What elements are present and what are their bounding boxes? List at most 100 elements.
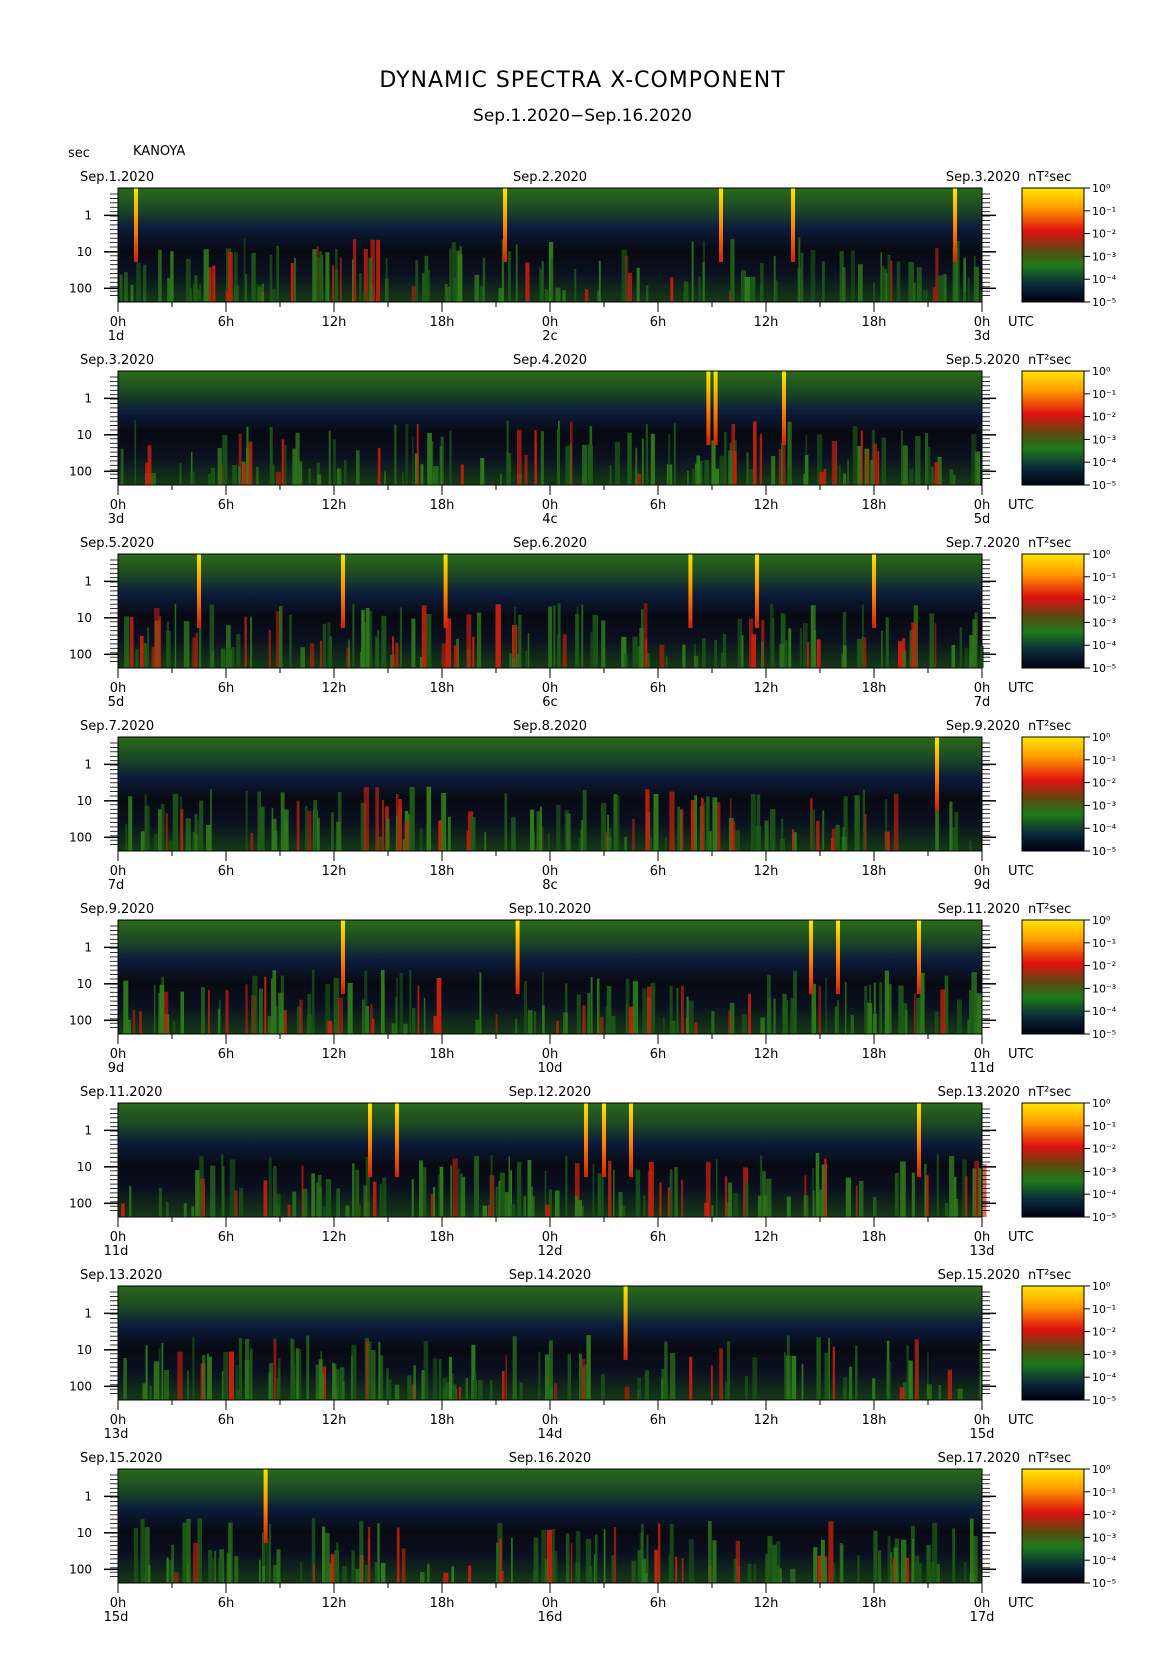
colorbar-tick-label: 10⁻⁴ bbox=[1092, 273, 1117, 286]
spectral-burst bbox=[305, 806, 308, 851]
spectral-burst bbox=[949, 469, 953, 485]
spectral-burst bbox=[438, 1359, 442, 1400]
x-tick-label: 6h bbox=[218, 864, 235, 879]
x-tick-label: 6h bbox=[650, 1047, 667, 1062]
spectral-burst bbox=[432, 1358, 438, 1400]
spectra-panels: Sep.1.2020 Sep.2.2020 Sep.3.2020 nT²sec 1 10 1… bbox=[69, 170, 1117, 1625]
spectral-burst bbox=[143, 264, 147, 302]
spectral-burst bbox=[810, 250, 816, 302]
spectral-burst bbox=[702, 262, 705, 302]
panel-end-date: Sep.17.2020 bbox=[938, 1451, 1020, 1466]
x-tick-label: 6h bbox=[650, 864, 667, 879]
spectral-burst bbox=[661, 1379, 664, 1400]
panel-mid-date: Sep.6.2020 bbox=[513, 536, 587, 551]
spectral-burst bbox=[506, 420, 509, 485]
spectral-burst bbox=[289, 615, 292, 668]
spectral-burst bbox=[180, 991, 184, 1034]
colorbar-tick-label: 10⁻³ bbox=[1092, 982, 1116, 995]
spectral-burst bbox=[356, 450, 360, 485]
spectral-burst bbox=[269, 1363, 274, 1400]
spectral-burst bbox=[810, 605, 816, 668]
pulsation-spike bbox=[341, 554, 345, 629]
spectral-burst bbox=[333, 439, 336, 485]
spectral-burst bbox=[444, 283, 448, 302]
spectral-burst bbox=[342, 1382, 345, 1400]
spectral-burst bbox=[581, 604, 584, 668]
spectral-burst bbox=[565, 1155, 568, 1217]
panel-start-date: Sep.5.2020 bbox=[80, 536, 154, 551]
colorbar-tick-label: 10⁻³ bbox=[1092, 616, 1116, 629]
spectral-burst bbox=[168, 840, 173, 851]
y-tick-label: 10 bbox=[77, 245, 92, 259]
spectral-burst bbox=[212, 1557, 215, 1583]
colorbar-tick-label: 10⁰ bbox=[1092, 731, 1111, 744]
spectral-burst bbox=[158, 992, 161, 1034]
x-tick-label: 0h bbox=[110, 498, 127, 513]
spectral-burst bbox=[842, 1377, 848, 1400]
spectral-burst bbox=[668, 434, 671, 485]
spectral-burst bbox=[592, 1163, 595, 1217]
spectral-burst bbox=[788, 466, 791, 485]
spectral-burst bbox=[628, 273, 632, 302]
spectral-burst bbox=[292, 448, 297, 485]
y-tick-label: 10 bbox=[77, 977, 92, 991]
x-tick-label: 0h bbox=[974, 1230, 991, 1245]
spectral-burst bbox=[881, 437, 886, 485]
spectral-burst bbox=[643, 1195, 646, 1217]
x-tick-label: 18h bbox=[430, 1230, 455, 1245]
spectral-burst bbox=[719, 1348, 723, 1400]
spectral-burst bbox=[234, 1190, 238, 1217]
spectral-burst bbox=[650, 433, 655, 485]
y-tick-label: 10 bbox=[77, 428, 92, 442]
spectral-burst bbox=[914, 1339, 919, 1400]
spectral-burst bbox=[624, 837, 627, 851]
spectral-burst bbox=[864, 986, 868, 1034]
spectral-burst bbox=[819, 471, 824, 485]
spectral-burst bbox=[650, 982, 656, 1034]
spectral-burst bbox=[476, 612, 482, 668]
spectral-burst bbox=[226, 648, 232, 668]
spectral-burst bbox=[708, 1521, 712, 1583]
pulsation-spike bbox=[623, 1286, 628, 1361]
x-tick-label: 12h bbox=[322, 1230, 347, 1245]
spectral-burst bbox=[851, 250, 855, 302]
colorbar bbox=[1021, 736, 1085, 852]
spectral-burst bbox=[793, 832, 797, 851]
spectral-burst bbox=[250, 616, 253, 668]
spectral-burst bbox=[199, 800, 204, 851]
utc-label: UTC bbox=[1008, 681, 1034, 696]
spectral-burst bbox=[954, 812, 959, 851]
colorbar-tick-label: 10⁻² bbox=[1092, 1143, 1116, 1156]
spectral-burst bbox=[374, 1562, 378, 1583]
x-tick-label: 0h bbox=[974, 1596, 991, 1611]
spectral-burst bbox=[405, 423, 409, 485]
day-label: 11d bbox=[970, 1061, 995, 1076]
panel-start-date: Sep.7.2020 bbox=[80, 719, 154, 734]
spectral-burst bbox=[719, 455, 725, 485]
spectral-burst bbox=[971, 434, 977, 485]
panel-end-date: Sep.15.2020 bbox=[938, 1268, 1020, 1283]
spectral-burst bbox=[210, 788, 212, 851]
spectral-burst bbox=[479, 972, 482, 1034]
spectral-burst bbox=[365, 608, 370, 668]
spectral-burst bbox=[540, 269, 544, 302]
spectral-burst bbox=[653, 794, 659, 851]
spectral-burst bbox=[931, 466, 934, 485]
spectral-burst bbox=[879, 982, 883, 1034]
spectral-burst bbox=[624, 1386, 630, 1400]
spectral-burst bbox=[670, 1020, 676, 1034]
spectral-burst bbox=[637, 1550, 642, 1583]
spectral-burst bbox=[944, 1203, 949, 1217]
spectral-burst bbox=[379, 1183, 382, 1217]
spectral-burst bbox=[523, 1196, 526, 1217]
spectral-burst bbox=[504, 793, 508, 851]
spectral-burst bbox=[598, 260, 601, 302]
day-label: 4c bbox=[542, 512, 557, 527]
spectral-burst bbox=[488, 1204, 490, 1217]
spectral-burst bbox=[130, 616, 134, 668]
x-tick-label: 6h bbox=[650, 315, 667, 330]
spectral-burst bbox=[126, 1019, 131, 1034]
x-tick-label: 12h bbox=[754, 1413, 779, 1428]
day-label: 1d bbox=[108, 329, 125, 344]
spectral-burst bbox=[595, 1534, 598, 1583]
